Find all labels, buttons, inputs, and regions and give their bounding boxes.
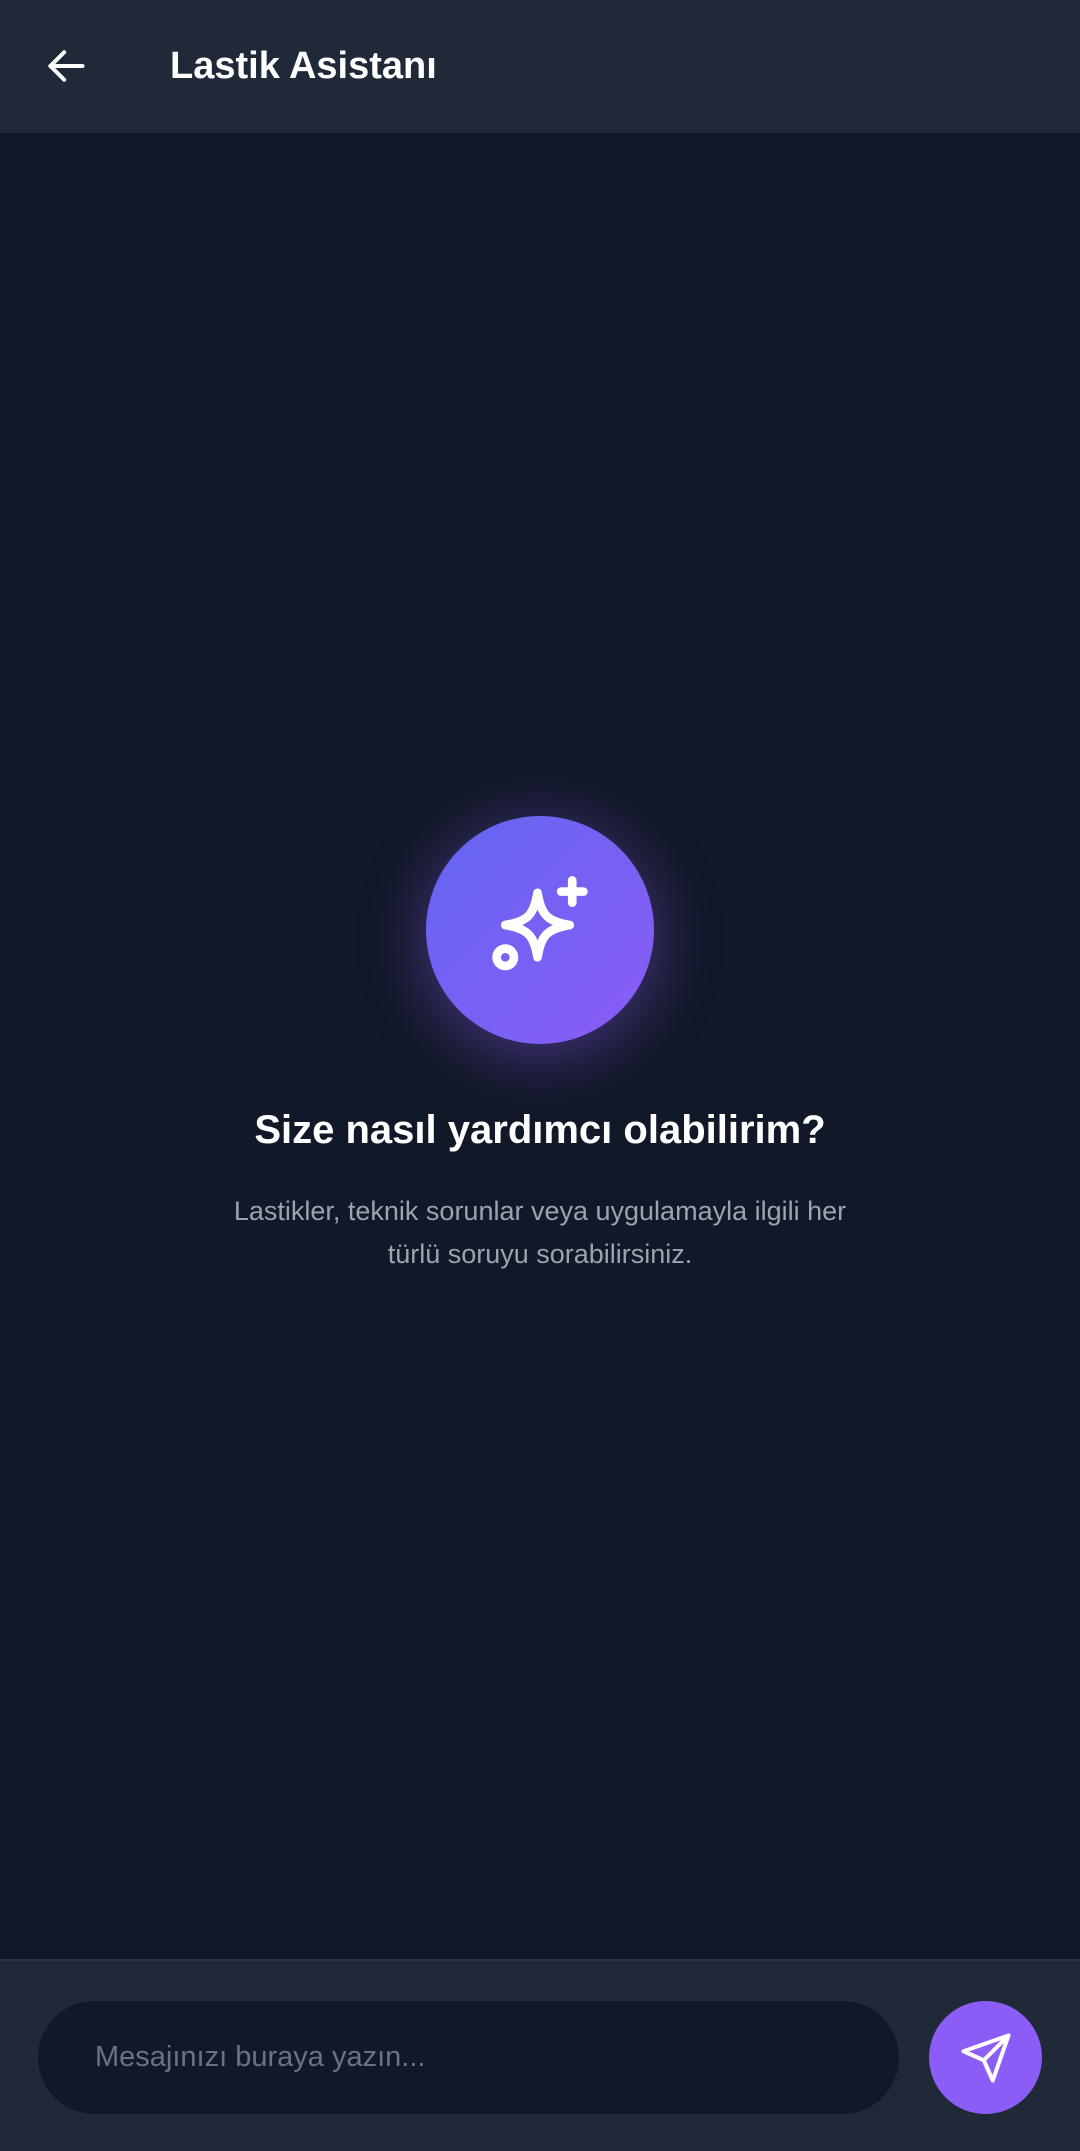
sparkles-icon bbox=[492, 876, 588, 971]
app-bar: Lastik Asistanı bbox=[0, 0, 1080, 133]
empty-state-title: Size nasıl yardımcı olabilirim? bbox=[254, 1108, 826, 1152]
send-button[interactable] bbox=[929, 2001, 1042, 2114]
assistant-avatar bbox=[426, 816, 654, 1044]
message-input[interactable] bbox=[38, 2001, 899, 2114]
empty-state-description: Lastikler, teknik sorunlar veya uygulama… bbox=[233, 1196, 847, 1269]
page-title: Lastik Asistanı bbox=[170, 45, 437, 87]
empty-state: Size nasıl yardımcı olabilirim? Lastikle… bbox=[0, 816, 1080, 1276]
message-composer bbox=[0, 1959, 1080, 2151]
chat-screen: Lastik Asistanı Size nasıl yardımcı olab… bbox=[0, 0, 1080, 2151]
send-icon bbox=[960, 2032, 1011, 2083]
back-button[interactable] bbox=[28, 28, 104, 104]
arrow-left-icon bbox=[48, 50, 85, 82]
